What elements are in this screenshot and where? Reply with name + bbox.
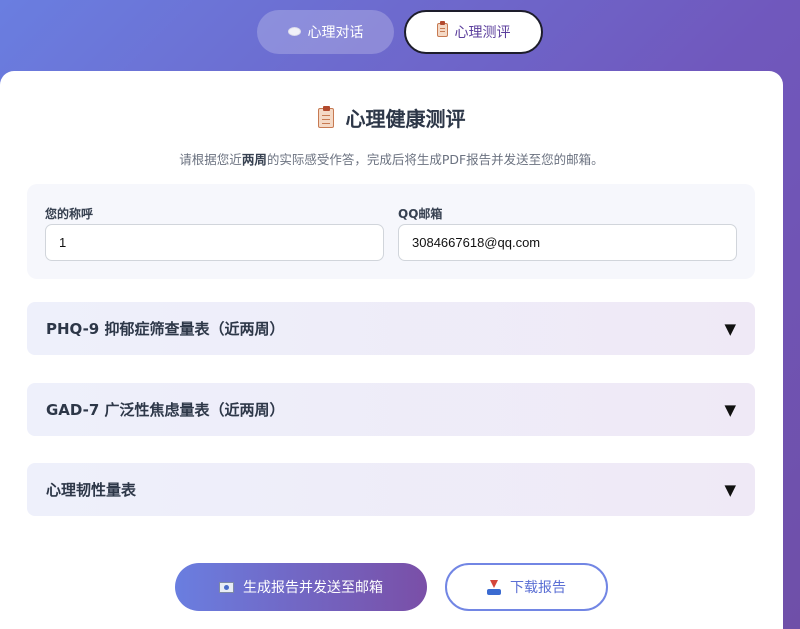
triangle-down-icon: ▼	[724, 400, 736, 419]
email-label: QQ邮箱	[398, 207, 443, 221]
accordion-title: 心理韧性量表	[46, 481, 137, 499]
user-info-panel: 您的称呼 QQ邮箱	[27, 184, 755, 279]
generate-report-label: 生成报告并发送至邮箱	[243, 580, 383, 596]
download-report-label: 下载报告	[510, 580, 566, 596]
assessment-card: 心理健康测评 请根据您近两周的实际感受作答，完成后将生成PDF报告并发送至您的邮…	[0, 71, 783, 629]
subtitle-suffix: 的实际感受作答，完成后将生成PDF报告并发送至您的邮箱。	[266, 152, 604, 167]
clipboard-icon	[317, 105, 334, 128]
email-input[interactable]	[398, 224, 737, 261]
tab-assessment[interactable]: 心理测评	[404, 10, 543, 54]
triangle-down-icon: ▼	[724, 480, 736, 499]
accordion-title: GAD-7 广泛性焦虑量表（近两周）	[46, 401, 285, 419]
accordion-gad7[interactable]: GAD-7 广泛性焦虑量表（近两周） ▼	[27, 383, 755, 436]
clipboard-icon	[436, 21, 448, 41]
subtitle-prefix: 请根据您近	[179, 152, 242, 167]
page-subtitle: 请根据您近两周的实际感受作答，完成后将生成PDF报告并发送至您的邮箱。	[0, 149, 783, 168]
download-icon	[487, 579, 501, 595]
accordion-resilience[interactable]: 心理韧性量表 ▼	[27, 463, 755, 516]
page-title: 心理健康测评	[0, 103, 783, 132]
accordion-title: PHQ-9 抑郁症筛查量表（近两周）	[46, 320, 285, 338]
top-tabs: 心理对话 心理测评	[0, 10, 800, 54]
page-title-text: 心理健康测评	[345, 107, 466, 131]
generate-report-button[interactable]: 生成报告并发送至邮箱	[175, 563, 427, 611]
email-icon	[219, 581, 234, 593]
download-report-button[interactable]: 下载报告	[445, 563, 608, 611]
name-input[interactable]	[45, 224, 384, 261]
speech-bubble-icon	[287, 25, 301, 40]
name-label: 您的称呼	[45, 207, 94, 221]
subtitle-emphasis: 两周	[241, 152, 267, 167]
tab-chat[interactable]: 心理对话	[257, 10, 394, 54]
accordion-phq9[interactable]: PHQ-9 抑郁症筛查量表（近两周） ▼	[27, 302, 755, 355]
tab-assessment-label: 心理测评	[454, 25, 511, 41]
triangle-down-icon: ▼	[724, 319, 736, 338]
tab-chat-label: 心理对话	[307, 25, 364, 41]
